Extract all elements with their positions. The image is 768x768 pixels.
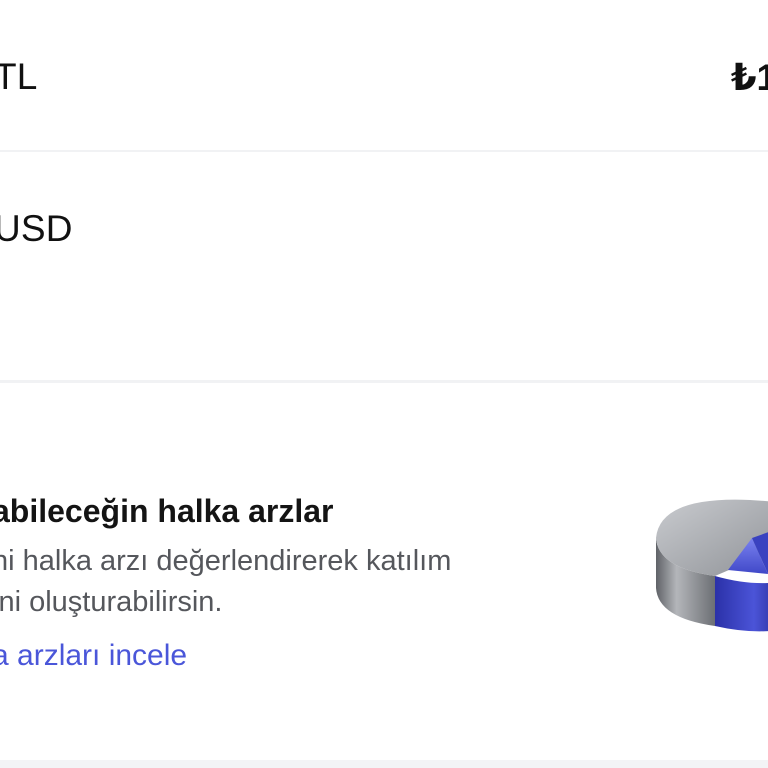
ipo-promo-description: ni halka arzı değerlendirerek katılım in…: [0, 541, 552, 623]
divider: [0, 760, 768, 768]
portfolio-page: TL ₺1.3 USD abileceğin halka arzlar ni h…: [0, 0, 768, 768]
ipo-promo-description-line: ini oluşturabilirsin.: [0, 586, 223, 618]
ipo-promo-description-line: ni halka arzı değerlendirerek katılım: [0, 545, 452, 577]
ipo-explore-link[interactable]: a arzları incele: [0, 639, 187, 673]
currency-label: USD: [0, 208, 73, 249]
ipo-promo-card: abileceğin halka arzlar ni halka arzı de…: [0, 383, 768, 760]
ipo-promo-title: abileceğin halka arzlar: [0, 493, 334, 529]
pie-chart-3d-icon: [656, 499, 768, 632]
currency-label: TL: [0, 56, 38, 97]
balance-row-usd[interactable]: USD: [0, 152, 768, 380]
balance-amount: ₺1.3: [730, 57, 768, 98]
balance-row-try[interactable]: TL ₺1.3: [0, 0, 768, 150]
